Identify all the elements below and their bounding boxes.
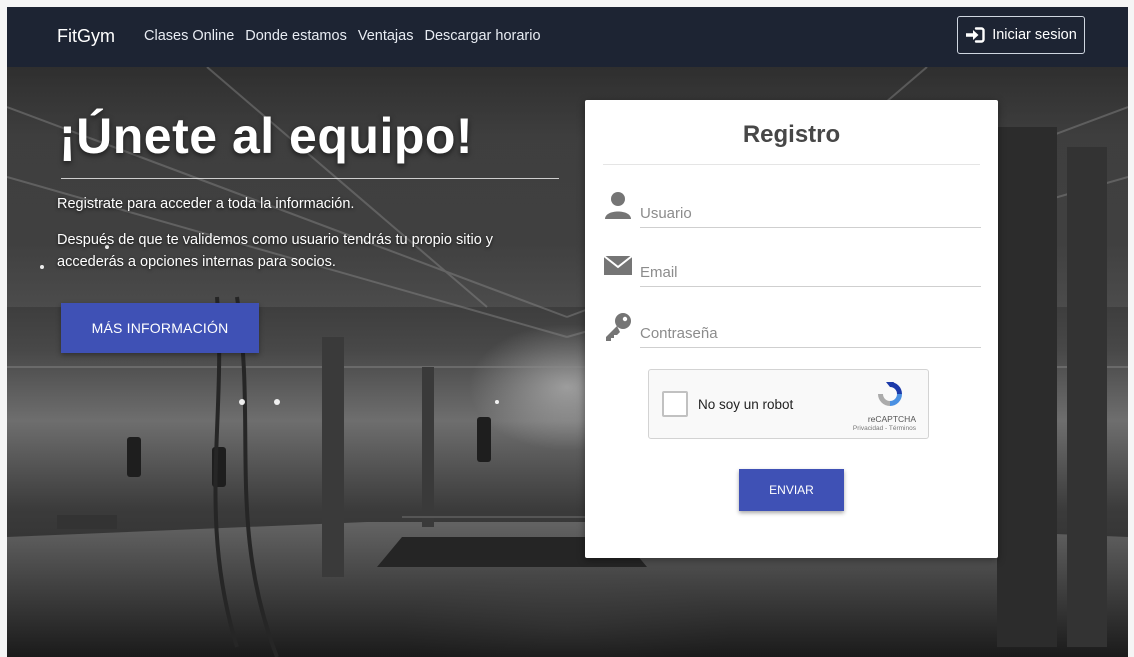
brand-logo[interactable]: FitGym (57, 26, 115, 47)
user-icon (605, 192, 631, 219)
recaptcha-brand: reCAPTCHA (867, 414, 916, 424)
nav-link-donde-estamos[interactable]: Donde estamos (245, 28, 347, 44)
nav-link-ventajas[interactable]: Ventajas (358, 28, 414, 44)
login-button-label: Iniciar sesion (992, 27, 1077, 43)
recaptcha-terms-link[interactable]: Privacidad - Términos (853, 425, 916, 432)
hero-intro-text: Registrate para acceder a toda la inform… (57, 196, 355, 212)
email-input[interactable] (640, 260, 981, 287)
email-field-row (603, 250, 981, 290)
nav-link-clases-online[interactable]: Clases Online (144, 28, 234, 44)
recaptcha-logo-icon (878, 382, 902, 406)
nav-link-descargar-horario[interactable]: Descargar horario (424, 28, 540, 44)
registration-card: Registro No soy un robot re (585, 100, 998, 558)
more-info-button[interactable]: MÁS INFORMACIÓN (61, 303, 259, 353)
nav-links: Clases Online Donde estamos Ventajas Des… (144, 28, 552, 44)
recaptcha-label: No soy un robot (698, 397, 794, 412)
recaptcha-widget: No soy un robot reCAPTCHA Privacidad - T… (648, 369, 929, 439)
registration-title: Registro (742, 121, 841, 148)
hero-description-text: Después de que te validemos como usuario… (57, 232, 494, 270)
card-divider (603, 164, 980, 165)
recaptcha-checkbox[interactable] (662, 391, 688, 417)
hero-divider (61, 178, 559, 179)
envelope-icon (603, 255, 633, 275)
key-icon (606, 313, 631, 341)
username-field-row (603, 191, 981, 231)
submit-button[interactable]: ENVIAR (739, 469, 844, 511)
hero-headline: ¡Únete al equipo! (59, 108, 474, 164)
password-field-row (603, 311, 981, 351)
sign-in-icon (966, 27, 985, 43)
login-button[interactable]: Iniciar sesion (957, 16, 1085, 54)
username-input[interactable] (640, 201, 981, 228)
top-navbar: FitGym Clases Online Donde estamos Venta… (7, 7, 1128, 67)
password-input[interactable] (640, 321, 981, 348)
